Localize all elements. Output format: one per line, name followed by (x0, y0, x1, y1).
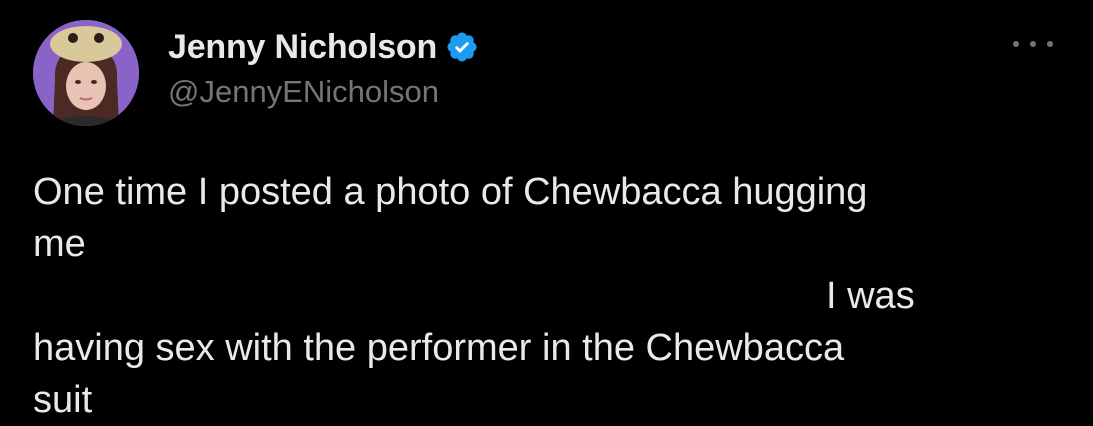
tweet-line: me (33, 223, 86, 265)
avatar-photo (33, 20, 139, 126)
more-dot (1013, 41, 1019, 47)
name-row: Jenny Nicholson (168, 24, 479, 70)
user-handle[interactable]: @JennyENicholson (168, 74, 479, 110)
verified-badge-icon[interactable] (445, 30, 479, 64)
tweet-card: Jenny Nicholson @JennyENicholson One tim… (0, 0, 1093, 425)
tweet-line: One time I posted a photo of Chewbacca h… (33, 171, 868, 213)
more-dot (1030, 41, 1036, 47)
author-block: Jenny Nicholson @JennyENicholson (168, 24, 479, 110)
tweet-line: suit (33, 379, 93, 421)
avatar[interactable] (33, 20, 139, 126)
display-name[interactable]: Jenny Nicholson (168, 28, 437, 67)
tweet-text: One time I posted a photo of Chewbacca h… (33, 166, 1043, 426)
more-options-icon[interactable] (1013, 32, 1053, 56)
more-dot (1047, 41, 1053, 47)
tweet-line: I was (826, 275, 915, 317)
tweet-line: having sex with the performer in the Che… (33, 327, 845, 369)
